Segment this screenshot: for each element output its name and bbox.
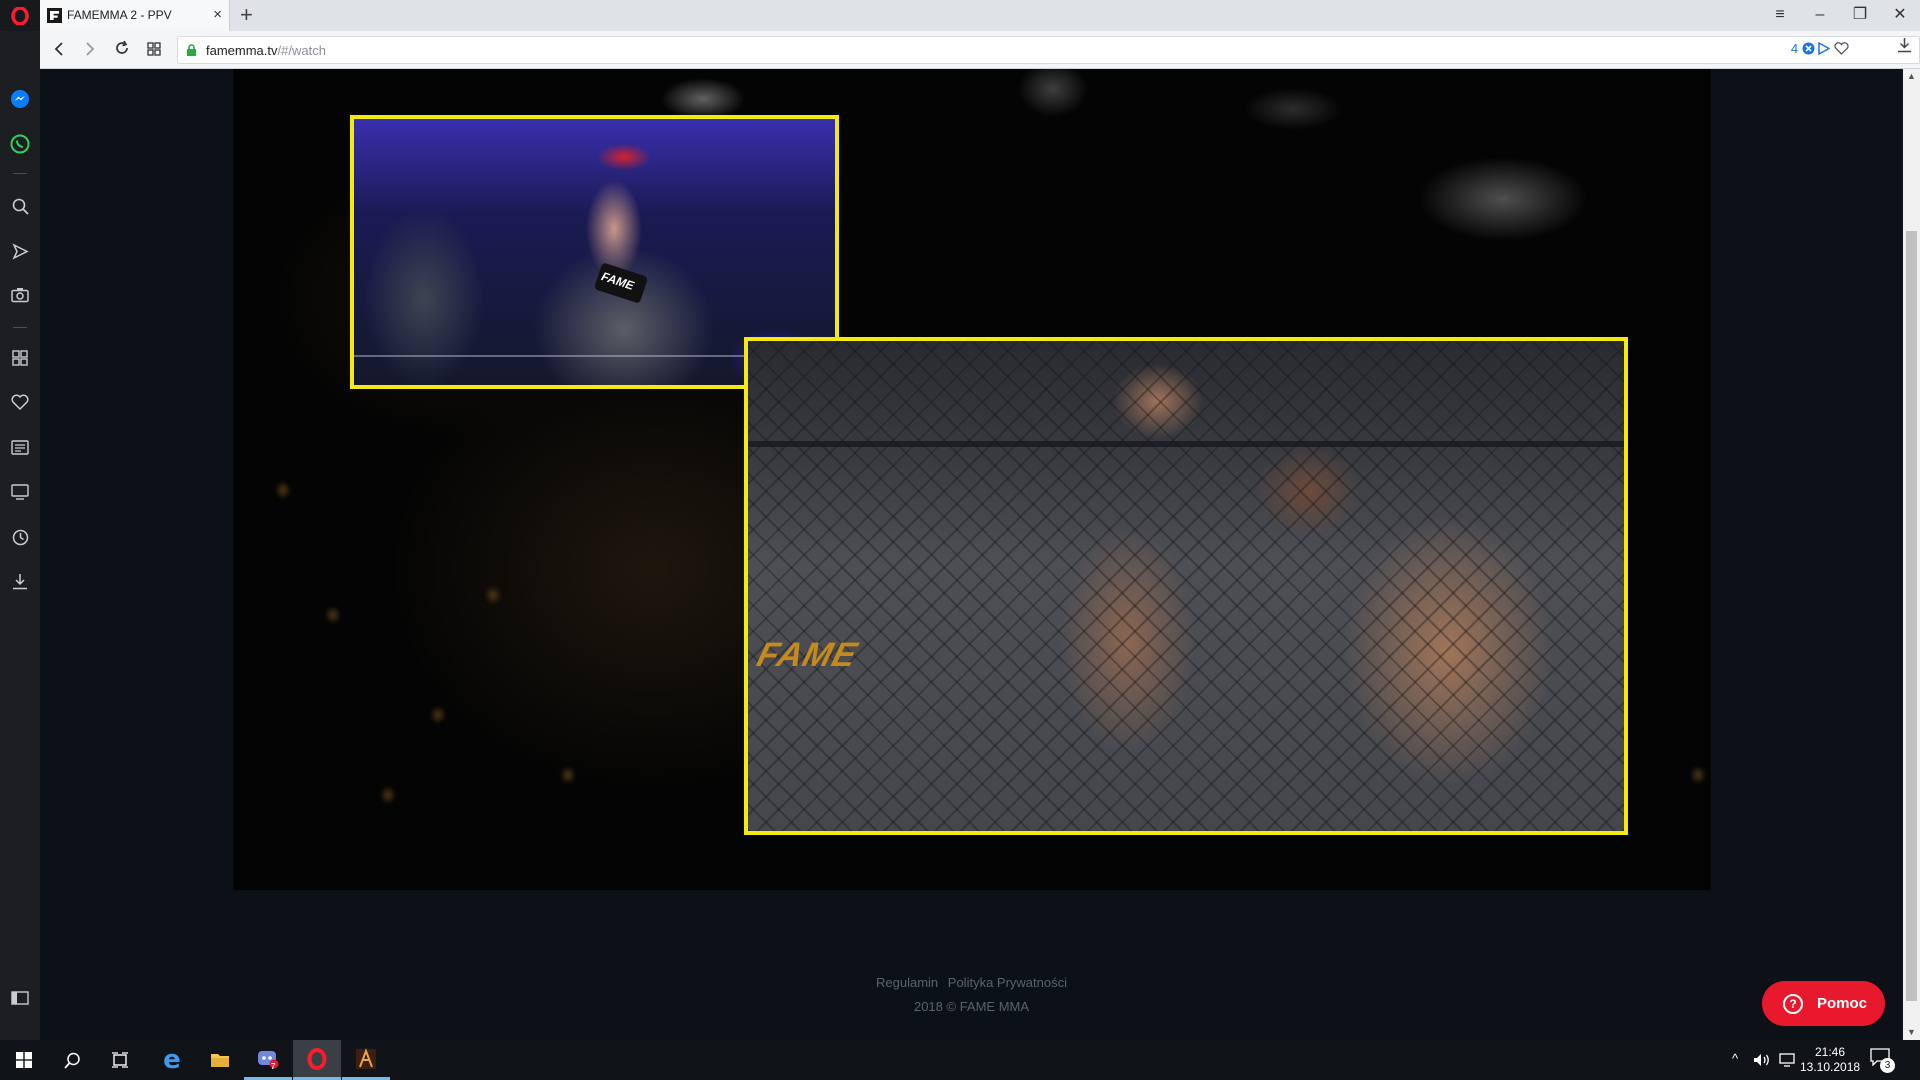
windows-logo-icon <box>16 1052 32 1068</box>
download-icon[interactable] <box>1897 37 1912 53</box>
url-path: /#/watch <box>277 43 326 58</box>
forward-button[interactable] <box>78 38 102 62</box>
sidebar-divider <box>13 173 27 174</box>
edge-app[interactable]: e <box>148 1040 196 1080</box>
copyright-text: 2018 © FAME MMA <box>913 999 1030 1014</box>
sidebar-toggle-icon[interactable] <box>9 987 31 1009</box>
url-actions: 4 <box>1791 41 1849 56</box>
url-host: famemma.tv <box>206 43 278 58</box>
clock-date: 13.10.2018 <box>1800 1060 1861 1074</box>
web-page: FAME FAME Regulamin Polityka Prywatności… <box>40 69 1903 1040</box>
cage-top-rail <box>748 441 1624 447</box>
speed-dial-button[interactable] <box>142 38 166 62</box>
lock-icon <box>187 44 196 56</box>
edge-icon: e <box>163 1045 181 1075</box>
windows-taskbar: e 7 ^ 21:46 13.10.2018 3 <box>0 1040 1920 1080</box>
forward-arrow-icon <box>86 42 95 56</box>
scroll-up-arrow-icon[interactable]: ▲ <box>1907 71 1916 81</box>
bokeh-light <box>383 789 393 801</box>
tab-strip: FAMEMMA 2 - PPV × + ≡ – ❐ ✕ <box>0 0 1920 31</box>
fame-favicon-icon <box>47 8 62 23</box>
opera-app[interactable] <box>293 1040 341 1080</box>
main-video-fight: FAME <box>744 337 1628 835</box>
bokeh-light <box>563 769 573 781</box>
adblock-count[interactable]: 4 <box>1791 41 1798 56</box>
page-scrollbar[interactable]: ▲ ▼ <box>1903 69 1920 1040</box>
network-icon[interactable] <box>1779 1053 1797 1067</box>
opera-logo-icon <box>307 1047 327 1070</box>
minimize-button[interactable]: – <box>1800 2 1840 28</box>
downloads-icon[interactable] <box>9 570 31 592</box>
history-icon[interactable] <box>9 526 31 548</box>
bookmarks-heart-icon[interactable] <box>9 391 31 413</box>
tab-menu-button[interactable]: ≡ <box>1760 2 1800 28</box>
tab-close-button[interactable]: × <box>213 6 222 23</box>
scrollbar-thumb[interactable] <box>1906 231 1917 1001</box>
tabs-icon[interactable] <box>9 481 31 503</box>
video-player[interactable]: FAME FAME <box>233 69 1711 890</box>
address-toolbar: famemma.tv/#/watch 4 <box>40 31 1920 69</box>
privacy-link[interactable]: Polityka Prywatności <box>948 975 1067 990</box>
start-button[interactable] <box>0 1040 48 1080</box>
help-question-icon: ? <box>1783 994 1803 1014</box>
tab-title: FAMEMMA 2 - PPV <box>67 8 172 22</box>
search-icon[interactable] <box>9 195 31 217</box>
search-icon <box>63 1052 80 1069</box>
bokeh-light <box>278 484 288 496</box>
canvas-logo-text: FAME <box>753 636 862 674</box>
news-icon[interactable] <box>9 436 31 458</box>
scroll-down-arrow-icon[interactable]: ▼ <box>1907 1027 1916 1037</box>
send-flow-icon[interactable] <box>1818 41 1831 56</box>
taskbar-clock[interactable]: 21:46 13.10.2018 <box>1800 1045 1860 1075</box>
help-button-label: Pomoc <box>1817 995 1868 1012</box>
taskbar-search-button[interactable] <box>48 1040 96 1080</box>
grid-icon <box>147 42 161 56</box>
game-logo-icon <box>356 1047 376 1069</box>
reload-icon <box>116 40 128 54</box>
opera-sidebar <box>0 31 40 1040</box>
sidebar-divider <box>13 327 27 328</box>
help-button[interactable]: ? Pomoc <box>1762 981 1885 1026</box>
action-center-button[interactable]: 3 <box>1870 1048 1898 1074</box>
discord-app[interactable]: 7 <box>244 1040 292 1080</box>
bookmark-heart-icon[interactable] <box>1834 42 1849 55</box>
footer-links: Regulamin Polityka Prywatności <box>40 975 1903 990</box>
folder-icon <box>211 1054 229 1067</box>
opera-menu-button[interactable] <box>0 0 40 31</box>
back-arrow-icon <box>54 42 63 56</box>
volume-icon[interactable] <box>1753 1053 1771 1067</box>
terms-link[interactable]: Regulamin <box>876 975 938 990</box>
flow-icon[interactable] <box>9 240 31 262</box>
bokeh-light <box>488 589 498 601</box>
speed-dial-icon[interactable] <box>9 347 31 369</box>
task-view-button[interactable] <box>96 1040 144 1080</box>
clock-time: 21:46 <box>1814 1045 1846 1059</box>
notification-count-badge: 3 <box>1880 1058 1895 1073</box>
tab-active[interactable]: FAMEMMA 2 - PPV × <box>40 0 230 31</box>
site-footer: Regulamin Polityka Prywatności 2018 © FA… <box>40 975 1903 1014</box>
snapshot-icon[interactable] <box>9 284 31 306</box>
task-view-icon <box>112 1052 128 1068</box>
messenger-icon[interactable] <box>9 88 31 110</box>
bokeh-light <box>433 709 443 721</box>
close-window-button[interactable]: ✕ <box>1880 2 1920 28</box>
whatsapp-icon[interactable] <box>9 133 31 155</box>
back-button[interactable] <box>47 38 71 62</box>
discord-badge: 7 <box>271 1062 276 1071</box>
tray-expand-icon[interactable]: ^ <box>1732 1051 1738 1066</box>
reload-button[interactable] <box>110 38 134 62</box>
opera-logo-icon <box>11 7 29 25</box>
bokeh-light <box>328 609 338 621</box>
discord-icon <box>258 1050 279 1068</box>
restore-button[interactable]: ❐ <box>1840 2 1880 28</box>
url-field[interactable]: famemma.tv/#/watch 4 <box>177 36 1920 64</box>
new-tab-button[interactable]: + <box>240 3 253 27</box>
url-text: famemma.tv/#/watch <box>206 43 326 58</box>
adblock-icon[interactable] <box>1802 42 1815 55</box>
file-explorer-app[interactable] <box>196 1040 244 1080</box>
bokeh-light <box>1693 769 1703 781</box>
game-app[interactable] <box>342 1040 390 1080</box>
